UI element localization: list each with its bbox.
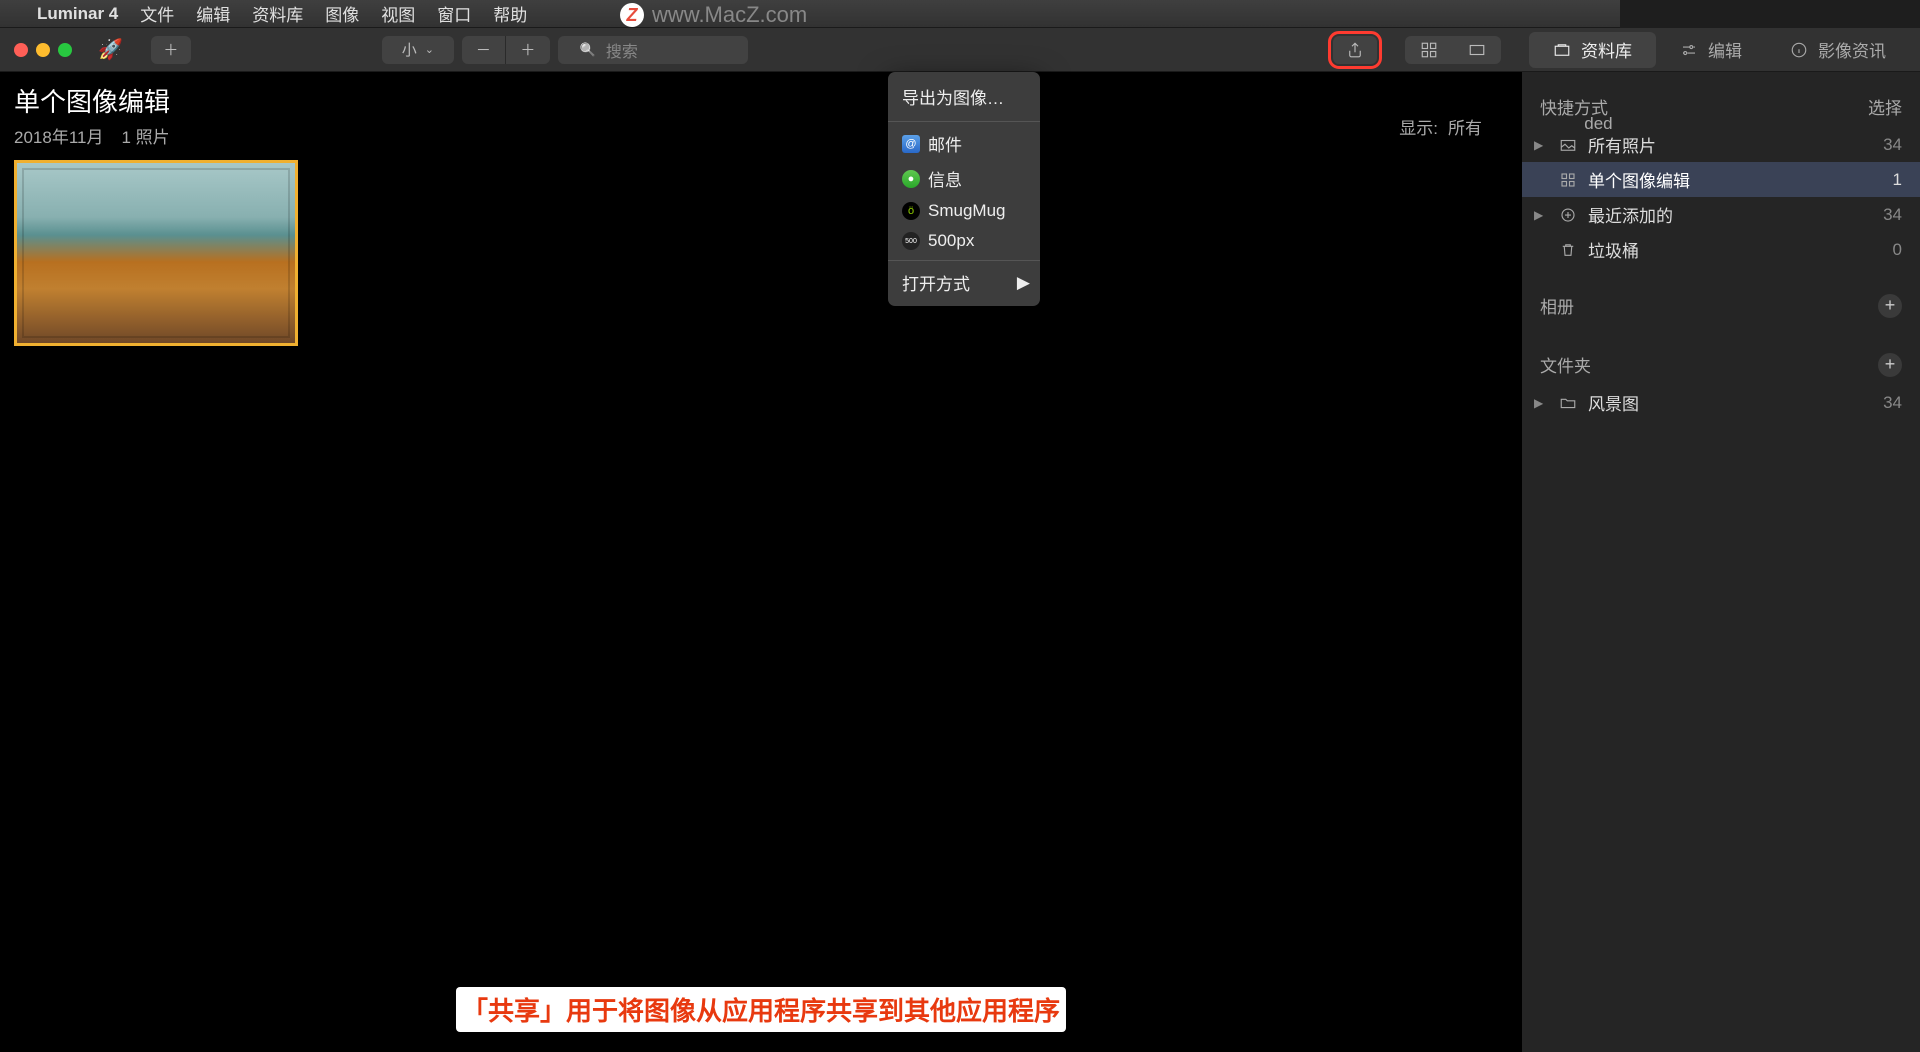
menuitem-label: 邮件 [928, 131, 962, 156]
app-name[interactable]: Luminar 4 [37, 4, 118, 24]
sidebar-item-all-photos[interactable]: ▶ 所有照片 34 [1522, 127, 1920, 162]
folders-header: 文件夹 [1540, 352, 1591, 377]
menuitem-label: 信息 [928, 166, 962, 191]
watermark: Z www.MacZ.com [620, 2, 807, 28]
content-area: 单个图像编辑 2018年11月 1 照片 显示: 所有 ded 「共享」用于将图… [0, 72, 1522, 1052]
menuitem-label: 导出为图像… [902, 84, 1004, 109]
window-controls [14, 43, 72, 57]
chevron-down-icon: ⌄ [425, 43, 434, 56]
add-folder-button[interactable]: + [1878, 353, 1902, 377]
minimize-window-button[interactable] [36, 43, 50, 57]
tab-library[interactable]: 资料库 [1529, 32, 1656, 68]
mail-icon: @ [902, 135, 920, 153]
info-icon [1790, 41, 1808, 59]
grid-view-button[interactable] [1405, 36, 1453, 64]
close-window-button[interactable] [14, 43, 28, 57]
content-count: 1 照片 [121, 123, 169, 148]
share-messages-menuitem[interactable]: ● 信息 [888, 161, 1040, 196]
plus-circle-icon [1558, 206, 1578, 224]
sidebar-item-label: 垃圾桶 [1588, 237, 1639, 262]
sidebar-item-recent[interactable]: ▶ 最近添加的 34 [1522, 197, 1920, 232]
folder-icon [1558, 394, 1578, 412]
menuitem-label: SmugMug [928, 201, 1005, 221]
open-with-menuitem[interactable]: 打开方式 ▶ [888, 265, 1040, 300]
disclosure-triangle-icon[interactable]: ▶ [1534, 138, 1548, 152]
display-value: 所有 [1448, 114, 1482, 139]
sidebar-item-label: 单个图像编辑 [1588, 167, 1690, 192]
share-icon [1346, 41, 1364, 59]
sidebar-item-landscape-folder[interactable]: ▶ 风景图 34 [1522, 385, 1920, 420]
display-label: 显示: [1399, 114, 1438, 139]
disclosure-triangle-icon[interactable]: ▶ [1534, 396, 1548, 410]
display-trail: ded [1584, 114, 1612, 134]
disclosure-triangle-icon[interactable]: ▶ [1534, 208, 1548, 222]
search-input[interactable]: 搜索 [558, 36, 748, 64]
messages-icon: ● [902, 170, 920, 188]
photos-icon [1558, 136, 1578, 154]
tab-edit[interactable]: 编辑 [1656, 32, 1766, 68]
sidebar-item-single-edit[interactable]: ▶ 单个图像编辑 1 [1522, 162, 1920, 197]
smugmug-icon: ö [902, 202, 920, 220]
menu-library[interactable]: 资料库 [252, 1, 303, 26]
content-date: 2018年11月 [14, 123, 103, 148]
size-label: 小 [402, 39, 417, 60]
export-image-menuitem[interactable]: 导出为图像… [888, 78, 1040, 117]
page-title: 单个图像编辑 [14, 82, 1508, 119]
menuitem-label: 500px [928, 231, 974, 251]
item-count: 34 [1883, 393, 1902, 413]
500px-icon: 500 [902, 232, 920, 250]
add-album-button[interactable]: + [1878, 294, 1902, 318]
display-filter[interactable]: 显示: 所有 ded [1399, 114, 1492, 139]
chevron-right-icon: ▶ [1017, 273, 1030, 293]
albums-header: 相册 [1540, 293, 1574, 318]
select-button[interactable]: 选择 [1868, 94, 1902, 119]
menu-image[interactable]: 图像 [325, 1, 359, 26]
menu-file[interactable]: 文件 [140, 1, 174, 26]
share-button[interactable] [1333, 36, 1377, 64]
tutorial-caption: 「共享」用于将图像从应用程序共享到其他应用程序 [456, 987, 1066, 1032]
sidebar-item-label: 所有照片 [1588, 132, 1656, 157]
sidebar-item-label: 最近添加的 [1588, 202, 1673, 227]
app-toolbar: 🚀 ＋ 小 ⌄ － ＋ 搜索 资料库 编辑 影像资讯 [0, 28, 1920, 72]
tab-info[interactable]: 影像资讯 [1766, 32, 1910, 68]
single-icon [1468, 41, 1486, 59]
library-icon [1553, 41, 1571, 59]
add-button[interactable]: ＋ [151, 36, 191, 64]
zoom-in-button[interactable]: ＋ [506, 36, 550, 64]
share-smugmug-menuitem[interactable]: ö SmugMug [888, 196, 1040, 226]
share-mail-menuitem[interactable]: @ 邮件 [888, 126, 1040, 161]
thumbnail-size-dropdown[interactable]: 小 ⌄ [382, 36, 454, 64]
watermark-badge-icon: Z [620, 3, 644, 27]
sliders-icon [1680, 41, 1698, 59]
menu-window[interactable]: 窗口 [437, 1, 471, 26]
trash-icon [1558, 241, 1578, 259]
rocket-icon[interactable]: 🚀 [98, 37, 123, 62]
right-sidebar: 快捷方式 选择 ▶ 所有照片 34 ▶ 单个图像编辑 1 ▶ 最近添加的 34 [1522, 72, 1920, 1052]
grid-icon [1420, 41, 1438, 59]
photo-thumbnail[interactable] [14, 160, 298, 346]
tab-info-label: 影像资讯 [1818, 37, 1886, 62]
menuitem-label: 打开方式 [902, 270, 970, 295]
fullscreen-window-button[interactable] [58, 43, 72, 57]
item-count: 0 [1893, 240, 1902, 260]
tab-library-label: 资料库 [1581, 37, 1632, 62]
search-placeholder: 搜索 [606, 38, 638, 62]
item-count: 34 [1883, 135, 1902, 155]
tab-edit-label: 编辑 [1708, 37, 1742, 62]
zoom-out-button[interactable]: － [462, 36, 506, 64]
watermark-text: www.MacZ.com [652, 2, 807, 28]
item-count: 1 [1893, 170, 1902, 190]
menu-help[interactable]: 帮助 [493, 1, 527, 26]
sidebar-item-label: 风景图 [1588, 390, 1639, 415]
share-500px-menuitem[interactable]: 500 500px [888, 226, 1040, 256]
single-view-button[interactable] [1453, 36, 1501, 64]
share-dropdown-menu: 导出为图像… @ 邮件 ● 信息 ö SmugMug 500 500px 打开方… [888, 72, 1040, 306]
grid-small-icon [1558, 171, 1578, 189]
menu-edit[interactable]: 编辑 [196, 1, 230, 26]
menu-view[interactable]: 视图 [381, 1, 415, 26]
sidebar-item-trash[interactable]: ▶ 垃圾桶 0 [1522, 232, 1920, 267]
item-count: 34 [1883, 205, 1902, 225]
